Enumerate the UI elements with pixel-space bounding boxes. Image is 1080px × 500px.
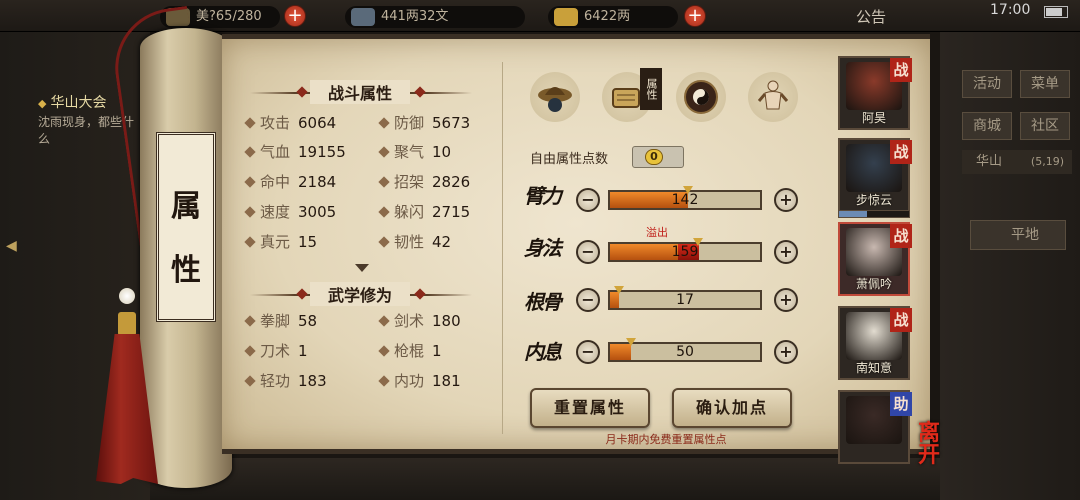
scroll-label-char-1: 属 — [171, 189, 201, 224]
stat-hp: 气血 19155 — [244, 141, 346, 162]
shop-button[interactable]: 商城 — [962, 112, 1012, 140]
stat-attack: 攻击 6064 — [244, 112, 336, 133]
stat-dodge: 躲闪 2715 — [378, 201, 470, 222]
copper-money: 441两32文 — [345, 6, 525, 28]
stat-lightness: 轻功 183 — [244, 370, 327, 391]
community-button[interactable]: 社区 — [1020, 112, 1070, 140]
martial-stats-title: 武学修为 — [310, 282, 410, 306]
collapse-arrow-icon[interactable]: ◀ — [6, 238, 17, 254]
silver-money: 6422两 — [548, 6, 678, 28]
free-points-label: 自由属性点数 — [530, 152, 609, 167]
battle-tag: 战 — [890, 140, 912, 164]
strength-bar: 142 — [608, 186, 762, 210]
party-member-2-bar — [838, 210, 910, 218]
stat-toughness: 韧性 42 — [378, 231, 451, 252]
silver-money-value: 6422两 — [584, 9, 631, 24]
agility-minus-button[interactable]: − — [576, 240, 600, 264]
constitution-plus-button[interactable]: + — [774, 288, 798, 312]
section-arrow-icon — [355, 264, 369, 272]
scroll-label-char-2: 性 — [171, 253, 201, 288]
coin-string-icon — [351, 8, 375, 26]
constitution-bar: 17 — [608, 286, 762, 310]
agility-value: 159 — [671, 244, 699, 260]
monthly-card-note: 月卡期内免费重置属性点 — [605, 433, 727, 446]
location-bar: 华山 (5,19) — [962, 150, 1072, 174]
attr-agility-label: 身法 — [524, 236, 562, 260]
strength-minus-button[interactable]: − — [576, 188, 600, 212]
notice-button[interactable]: 公告 — [856, 6, 886, 27]
inner-breath-bar: 50 — [608, 338, 762, 362]
attr-strength-label: 臂力 — [524, 184, 562, 208]
bottom-menu-bar — [150, 458, 940, 500]
constitution-value: 17 — [676, 292, 694, 308]
add-capacity-button[interactable]: + — [284, 5, 306, 27]
scroll-label: 属 性 — [156, 132, 216, 322]
clock: 17:00 — [990, 2, 1031, 18]
battle-tag: 战 — [890, 224, 912, 248]
activity-button[interactable]: 活动 — [962, 70, 1012, 98]
free-points-value: 0 — [645, 149, 663, 165]
terrain-button[interactable]: 平地 — [970, 220, 1066, 250]
right-background — [940, 32, 1080, 500]
reset-attributes-button[interactable]: 重置属性 — [530, 388, 650, 428]
stat-hit: 命中 2184 — [244, 171, 336, 192]
free-points-box: 0 — [632, 146, 684, 168]
skills-tab-bagua-icon[interactable] — [676, 72, 726, 122]
agility-plus-button[interactable]: + — [774, 240, 798, 264]
agility-overflow-label: 溢出 — [646, 226, 668, 239]
party-member-name: 萧佩吟 — [855, 277, 892, 291]
attr-constitution-label: 根骨 — [524, 290, 562, 314]
party-member-name: 南知意 — [855, 361, 892, 375]
menu-button[interactable]: 菜单 — [1020, 70, 1070, 98]
add-silver-button[interactable]: + — [684, 5, 706, 27]
assist-tag: 助 — [890, 392, 912, 416]
party-member-name: 阿昊 — [861, 111, 886, 125]
active-tab-label: 属性 — [640, 68, 662, 110]
battery-icon — [1044, 6, 1068, 18]
agility-bar: 159 — [608, 238, 762, 262]
leave-button[interactable]: 离开 — [918, 422, 950, 466]
equipment-tab-hat-icon[interactable] — [530, 72, 580, 122]
battle-tag: 战 — [890, 308, 912, 332]
stat-parry: 招架 2826 — [378, 171, 470, 192]
ingot-icon — [554, 8, 578, 26]
confirm-points-button[interactable]: 确认加点 — [672, 388, 792, 428]
attr-inner-breath-label: 内息 — [524, 340, 562, 364]
battle-tag: 战 — [890, 58, 912, 82]
stat-true-energy: 真元 15 — [244, 231, 317, 252]
stat-fist: 拳脚 58 — [244, 310, 317, 331]
copper-money-value: 441两32文 — [381, 9, 449, 24]
stat-speed: 速度 3005 — [244, 201, 336, 222]
stat-gather-qi: 聚气 10 — [378, 141, 451, 162]
stat-sword: 剑术 180 — [378, 310, 461, 331]
column-divider — [502, 62, 503, 434]
inner-breath-plus-button[interactable]: + — [774, 340, 798, 364]
quest-title[interactable]: 华山大会 — [38, 92, 106, 112]
constitution-minus-button[interactable]: − — [576, 288, 600, 312]
stat-defense: 防御 5673 — [378, 112, 470, 133]
combat-stats-title: 战斗属性 — [310, 80, 410, 104]
tassel-cap — [118, 312, 136, 336]
jade-bead — [119, 288, 135, 304]
strength-plus-button[interactable]: + — [774, 188, 798, 212]
stat-spear: 枪棍 1 — [378, 340, 442, 361]
location-name: 华山 — [976, 154, 1003, 169]
stat-inner-power: 内功 181 — [378, 370, 461, 391]
inner-breath-minus-button[interactable]: − — [576, 340, 600, 364]
resource-capacity-value: 美?65/280 — [196, 9, 262, 24]
stat-blade: 刀术 1 — [244, 340, 308, 361]
location-coord: (5,19) — [1030, 155, 1064, 168]
party-member-name: 步惊云 — [855, 193, 892, 207]
strength-value: 142 — [671, 192, 699, 208]
meridian-tab-body-icon[interactable] — [748, 72, 798, 122]
inner-breath-value: 50 — [676, 344, 694, 360]
